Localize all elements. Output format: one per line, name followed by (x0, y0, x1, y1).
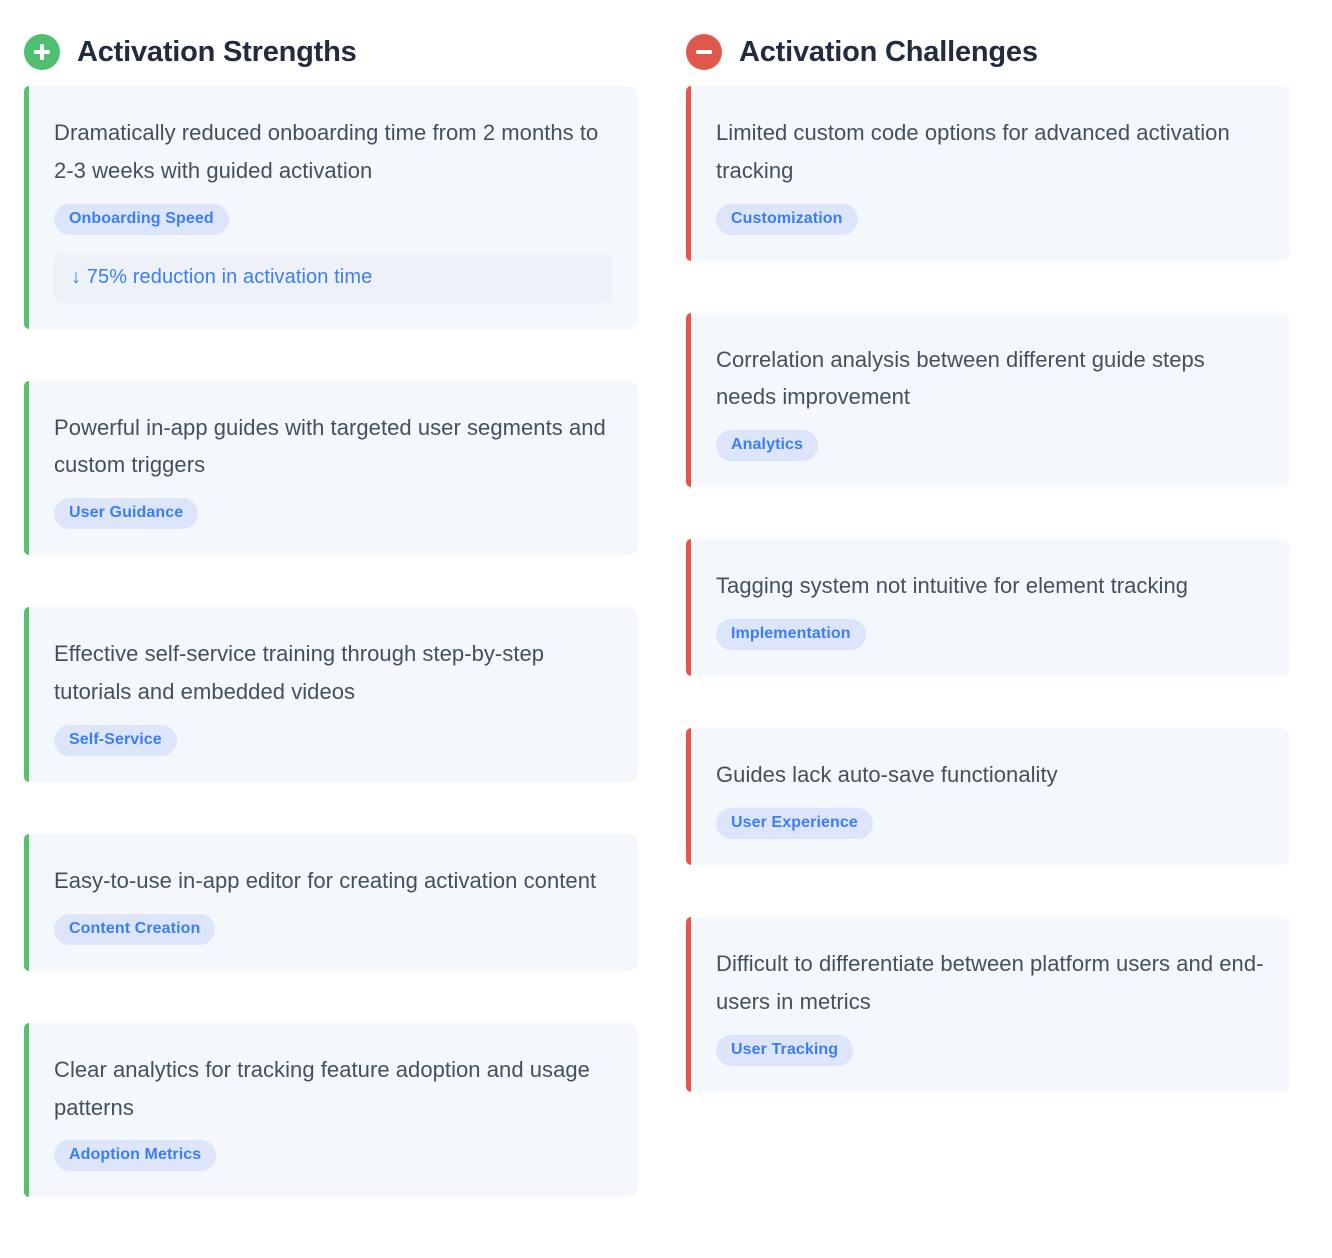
strengths-challenges-board: Activation Strengths Dramatically reduce… (0, 0, 1332, 1258)
minus-circle-icon (686, 34, 722, 70)
column-title-challenges: Activation Challenges (739, 35, 1038, 68)
card-list-strengths: Dramatically reduced onboarding time fro… (24, 86, 638, 1198)
card-tag[interactable]: Adoption Metrics (54, 1140, 217, 1172)
column-title-strengths: Activation Strengths (77, 35, 357, 68)
challenge-card[interactable]: Difficult to differentiate between platf… (686, 916, 1290, 1092)
card-tag[interactable]: User Experience (716, 807, 873, 839)
column-header-strengths: Activation Strengths (24, 0, 638, 86)
challenge-card[interactable]: Correlation analysis between different g… (686, 312, 1290, 488)
card-text: Dramatically reduced onboarding time fro… (54, 120, 599, 183)
card-tag[interactable]: Analytics (716, 430, 819, 462)
card-text: Easy-to-use in-app editor for creating a… (54, 867, 597, 893)
card-text: Clear analytics for tracking feature ado… (54, 1056, 590, 1120)
card-text: Tagging system not intuitive for element… (716, 573, 1189, 599)
strength-card[interactable]: Effective self-service training through … (24, 607, 638, 782)
card-tag[interactable]: Onboarding Speed (54, 203, 229, 235)
card-text: Limited custom code options for advanced… (716, 120, 1230, 183)
column-challenges: Activation Challenges Limited custom cod… (666, 0, 1332, 1258)
card-text: Effective self-service training through … (54, 641, 545, 705)
card-text: Powerful in-app guides with targeted use… (54, 414, 606, 478)
card-tag[interactable]: User Guidance (54, 498, 199, 530)
card-tag[interactable]: Implementation (716, 619, 866, 651)
card-tag[interactable]: Customization (716, 203, 858, 235)
plus-circle-icon (24, 34, 60, 70)
strength-card[interactable]: Powerful in-app guides with targeted use… (24, 380, 638, 556)
strength-card[interactable]: Easy-to-use in-app editor for creating a… (24, 833, 638, 971)
card-list-challenges: Limited custom code options for advanced… (686, 86, 1290, 1092)
strength-card[interactable]: Dramatically reduced onboarding time fro… (24, 86, 638, 329)
card-tag[interactable]: Self-Service (54, 724, 177, 756)
card-tag[interactable]: Content Creation (54, 913, 216, 945)
card-tag[interactable]: User Tracking (716, 1034, 854, 1066)
card-text: Correlation analysis between different g… (716, 346, 1205, 410)
challenge-card[interactable]: Limited custom code options for advanced… (686, 86, 1290, 261)
column-strengths: Activation Strengths Dramatically reduce… (0, 0, 666, 1258)
card-text: Guides lack auto-save functionality (716, 762, 1058, 788)
challenge-card[interactable]: Guides lack auto-save functionality User… (686, 728, 1290, 865)
card-metric: ↓ 75% reduction in activation time (54, 252, 612, 303)
column-header-challenges: Activation Challenges (686, 0, 1290, 86)
challenge-card[interactable]: Tagging system not intuitive for element… (686, 539, 1290, 677)
card-text: Difficult to differentiate between platf… (716, 950, 1264, 1014)
strength-card[interactable]: Clear analytics for tracking feature ado… (24, 1022, 638, 1198)
